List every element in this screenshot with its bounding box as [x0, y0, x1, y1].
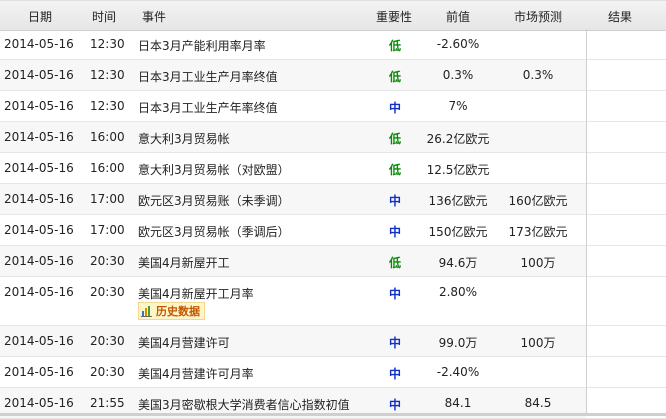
- row-background: [0, 122, 586, 152]
- importance-cell: 低: [388, 163, 401, 177]
- importance-cell: 中: [388, 194, 401, 208]
- time-cell: 16:00: [90, 130, 125, 144]
- date-cell: 2014-05-16: [4, 254, 74, 268]
- forecast-cell: 84.5: [524, 396, 552, 410]
- table-row: 2014-05-16 17:00 欧元区3月贸易帐（季调后） 中 150亿欧元 173亿欧…: [0, 215, 666, 246]
- event-cell: 美国4月营建许可月率: [138, 367, 254, 381]
- col-header-previous[interactable]: 前值: [446, 8, 470, 25]
- time-cell: 20:30: [90, 285, 125, 299]
- previous-cell: 150亿欧元: [428, 225, 488, 239]
- time-cell: 20:30: [90, 365, 125, 379]
- time-cell: 20:30: [90, 254, 125, 268]
- date-cell: 2014-05-16: [4, 68, 74, 82]
- event-cell: 日本3月产能利用率月率: [138, 39, 266, 53]
- event-cell: 意大利3月贸易帐（对欧盟）: [138, 163, 290, 177]
- forecast-cell: 100万: [520, 256, 556, 270]
- event-cell: 美国4月新屋开工: [138, 256, 230, 270]
- event-cell: 美国4月营建许可: [138, 336, 230, 350]
- previous-cell: 94.6万: [438, 256, 478, 270]
- table-row: 2014-05-16 16:00 意大利3月贸易帐（对欧盟） 低 12.5亿欧元: [0, 153, 666, 184]
- table-row: 2014-05-16 20:30 美国4月新屋开工月率 中 2.80% 历史数据: [0, 277, 666, 326]
- date-cell: 2014-05-16: [4, 192, 74, 206]
- previous-cell: 26.2亿欧元: [426, 132, 490, 146]
- time-cell: 21:55: [90, 396, 125, 410]
- date-cell: 2014-05-16: [4, 99, 74, 113]
- table-body: 2014-05-16 12:30 日本3月产能利用率月率低 -2.60% 2014-05…: [0, 29, 666, 419]
- row-background: [0, 277, 586, 325]
- col-header-time[interactable]: 时间: [92, 8, 116, 25]
- forecast-cell: 173亿欧元: [508, 225, 568, 239]
- previous-cell: 12.5亿欧元: [426, 163, 490, 177]
- event-cell: 美国3月密歇根大学消费者信心指数初值: [138, 398, 350, 412]
- event-cell: 意大利3月贸易帐: [138, 132, 230, 146]
- importance-cell: 低: [388, 132, 401, 146]
- event-cell: 欧元区3月贸易帐（季调后）: [138, 225, 290, 239]
- importance-cell: 低: [388, 256, 401, 270]
- forecast-cell: 160亿欧元: [508, 194, 568, 208]
- table-row: 2014-05-16 20:30 美国4月营建许可 中 99.0万 100万: [0, 326, 666, 357]
- table-header: 日期 时间 事件 重要性 前值 市场预测 结果: [0, 0, 666, 31]
- bar-chart-icon: [141, 305, 153, 317]
- date-cell: 2014-05-16: [4, 161, 74, 175]
- date-cell: 2014-05-16: [4, 365, 74, 379]
- importance-cell: 低: [388, 70, 401, 84]
- date-cell: 2014-05-16: [4, 130, 74, 144]
- importance-cell: 中: [388, 336, 401, 350]
- row-background: [0, 357, 586, 387]
- col-header-forecast[interactable]: 市场预测: [514, 8, 562, 25]
- forecast-cell: 0.3%: [522, 68, 554, 82]
- previous-cell: -2.60%: [436, 37, 480, 51]
- col-header-importance[interactable]: 重要性: [376, 8, 412, 25]
- table-row: 2014-05-16 17:00 欧元区3月贸易账（未季调） 中 136亿欧元 160亿欧…: [0, 184, 666, 215]
- table-row: 2014-05-16 12:30 日本3月产能利用率月率 低 -2.60%: [0, 29, 666, 60]
- previous-cell: 7%: [448, 99, 468, 113]
- time-cell: 16:00: [90, 161, 125, 175]
- col-header-date[interactable]: 日期: [28, 8, 52, 25]
- table-row: 2014-05-16 16:00 意大利3月贸易帐 低 26.2亿欧元: [0, 122, 666, 153]
- table-row: 2014-05-16 20:30 美国4月新屋开工 低 94.6万 100万: [0, 246, 666, 277]
- event-cell: 日本3月工业生产年率终值: [138, 101, 278, 115]
- date-cell: 2014-05-16: [4, 334, 74, 348]
- importance-cell: 中: [388, 101, 401, 115]
- col-header-result[interactable]: 结果: [608, 8, 632, 25]
- date-cell: 2014-05-16: [4, 396, 74, 410]
- time-cell: 12:30: [90, 37, 125, 51]
- history-data-label: 历史数据: [156, 305, 200, 318]
- previous-cell: 0.3%: [442, 68, 474, 82]
- time-cell: 12:30: [90, 68, 125, 82]
- forecast-cell: 100万: [520, 336, 556, 350]
- date-cell: 2014-05-16: [4, 37, 74, 51]
- event-cell: 日本3月工业生产月率终值: [138, 70, 278, 84]
- date-cell: 2014-05-16: [4, 285, 74, 299]
- row-background: [0, 153, 586, 183]
- calendar-table: 日期 时间 事件 重要性 前值 市场预测 结果 2014-05-16 12:30 日…: [0, 0, 666, 419]
- table-row: 2014-05-16 12:30 日本3月工业生产月率终值 低 0.3% 0.3%: [0, 60, 666, 91]
- previous-cell: 84.1: [444, 396, 472, 410]
- event-cell: 欧元区3月贸易账（未季调）: [138, 194, 290, 208]
- table-row: 2014-05-16 12:30 日本3月工业生产年率终值 中 7%: [0, 91, 666, 122]
- time-cell: 17:00: [90, 192, 125, 206]
- importance-cell: 中: [388, 398, 401, 412]
- history-data-button[interactable]: 历史数据: [138, 302, 205, 320]
- event-cell: 美国4月新屋开工月率: [138, 287, 254, 301]
- previous-cell: 99.0万: [438, 336, 478, 350]
- time-cell: 12:30: [90, 99, 125, 113]
- time-cell: 17:00: [90, 223, 125, 237]
- importance-cell: 中: [388, 287, 401, 301]
- previous-cell: 136亿欧元: [428, 194, 488, 208]
- date-cell: 2014-05-16: [4, 223, 74, 237]
- previous-cell: 2.80%: [438, 285, 478, 299]
- column-divider: [586, 29, 587, 416]
- row-background: [0, 91, 586, 121]
- time-cell: 20:30: [90, 334, 125, 348]
- previous-cell: -2.40%: [436, 365, 480, 379]
- importance-cell: 中: [388, 367, 401, 381]
- row-background: [0, 29, 586, 59]
- importance-cell: 中: [388, 225, 401, 239]
- col-header-event[interactable]: 事件: [142, 8, 166, 25]
- importance-cell: 低: [388, 39, 401, 53]
- table-row: 2014-05-16 20:30 美国4月营建许可月率 中 -2.40%: [0, 357, 666, 388]
